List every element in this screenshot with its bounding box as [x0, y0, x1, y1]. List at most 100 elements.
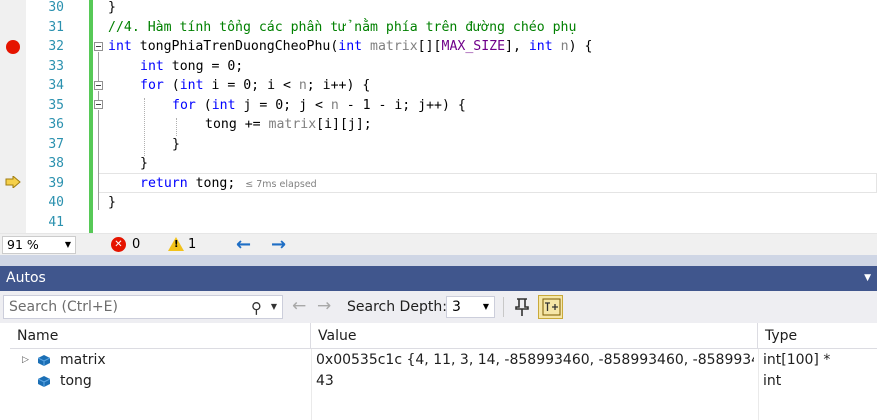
column-header-name[interactable]: Name	[10, 323, 311, 349]
code-token: n	[552, 39, 569, 54]
autos-panel-header[interactable]: Autos ▼	[0, 266, 877, 291]
expand-arrow-icon[interactable]: ▷	[22, 350, 29, 371]
code-token: int	[338, 39, 363, 54]
search-placeholder: Search (Ctrl+E)	[9, 299, 118, 315]
zoom-dropdown[interactable]: 91 % ▼	[2, 236, 76, 254]
code-token: ],	[505, 39, 529, 54]
zoom-value: 91 %	[7, 237, 39, 252]
code-token: [][	[417, 39, 442, 54]
table-row[interactable]: ▷ matrix 0x00535c1c {4, 11, 3, 14, -8589…	[0, 350, 877, 371]
autos-toolbar: Search (Ctrl+E) ⚲ ▼ ← → Search Depth: 3 …	[0, 291, 877, 323]
code-token: int	[108, 39, 132, 54]
variable-type: int	[763, 373, 782, 389]
code-text: }	[172, 135, 180, 155]
code-line: 38 }	[0, 154, 877, 174]
search-previous-icon[interactable]: ←	[292, 296, 306, 316]
chevron-down-icon: ▼	[64, 240, 71, 249]
code-token: tong +=	[205, 117, 269, 132]
line-number: 40	[48, 195, 64, 210]
navigate-back-icon[interactable]: ←	[236, 235, 251, 254]
line-number: 39	[48, 175, 64, 191]
code-line: 35 for (int j = 0; j < n - 1 - i; j++) {	[0, 96, 877, 116]
perf-tip[interactable]: ≤ 7ms elapsed	[245, 179, 316, 190]
code-token: for	[140, 78, 164, 93]
line-number: 31	[48, 19, 64, 35]
warning-count[interactable]: 1	[188, 236, 196, 254]
code-comment: //4. Hàm tính tổng các phần tử nằm phía …	[108, 19, 577, 35]
code-line: 36 tong += matrix[i][j];	[0, 115, 877, 135]
code-text: int tong = 0;	[140, 57, 243, 77]
code-token: int	[211, 97, 236, 113]
code-text: return tong; ≤ 7ms elapsed	[140, 174, 317, 195]
error-icon[interactable]: ✕	[111, 237, 126, 252]
search-icon[interactable]: ⚲	[251, 297, 262, 319]
error-count[interactable]: 0	[132, 236, 140, 254]
panel-splitter[interactable]	[0, 255, 877, 266]
code-line: 41	[0, 213, 877, 233]
code-token: matrix	[268, 117, 317, 132]
pin-icon[interactable]	[513, 297, 531, 317]
variable-icon	[38, 376, 50, 387]
code-token: return	[140, 175, 188, 191]
panel-title: Autos	[6, 270, 46, 286]
chevron-down-icon[interactable]: ▼	[864, 266, 871, 291]
code-token: - 1 - i; j++) {	[338, 97, 466, 113]
code-text: }	[108, 193, 116, 213]
variable-icon	[38, 355, 50, 366]
code-token: }	[108, 0, 116, 15]
code-token: (	[163, 78, 180, 93]
code-token: n	[298, 78, 307, 93]
search-depth-dropdown[interactable]: 3 ▼	[446, 296, 495, 318]
code-line: 33 int tong = 0;	[0, 57, 877, 77]
code-token: i = 0; i <	[203, 78, 299, 93]
variable-value[interactable]: 0x00535c1c {4, 11, 3, 14, -858993460, -8…	[316, 350, 754, 371]
search-depth-label: Search Depth:	[347, 299, 447, 315]
code-line: 31 //4. Hàm tính tổng các phần tử nằm ph…	[0, 18, 877, 38]
line-number: 36	[48, 117, 64, 132]
code-line: 37 }	[0, 135, 877, 155]
search-input[interactable]: Search (Ctrl+E) ⚲ ▼	[3, 295, 283, 319]
code-token: tong = 0;	[163, 58, 244, 74]
column-header-value[interactable]: Value	[311, 323, 758, 349]
chevron-down-icon[interactable]: ▼	[271, 296, 277, 318]
autos-grid: Name Value Type ▷ matrix 0x00535c1c {4, …	[0, 323, 877, 420]
editor-status-bar: 91 % ▼ ✕ 0 ! 1 ← →	[0, 233, 877, 255]
code-text: }	[140, 154, 148, 174]
code-line: 30 }	[0, 0, 877, 18]
code-line: 39 return tong; ≤ 7ms elapsed	[0, 174, 877, 194]
code-token: int	[179, 78, 204, 93]
code-text: for (int j = 0; j < n - 1 - i; j++) {	[172, 96, 466, 116]
line-number: 34	[48, 78, 64, 93]
code-text: int tongPhiaTrenDuongCheoPhu(int matrix[…	[108, 37, 592, 57]
code-token: MAX_SIZE	[441, 39, 506, 54]
code-text: tong += matrix[i][j];	[205, 115, 372, 135]
code-token: int	[140, 58, 164, 74]
code-token: n	[330, 97, 339, 113]
code-token: ; i++) {	[306, 78, 371, 93]
code-line: 32 int tongPhiaTrenDuongCheoPhu(int matr…	[0, 37, 877, 57]
hexadecimal-display-icon[interactable]	[538, 295, 563, 319]
navigate-forward-icon[interactable]: →	[271, 235, 286, 254]
code-token: [i][j];	[316, 117, 372, 132]
search-depth-value: 3	[452, 299, 461, 315]
chevron-down-icon: ▼	[482, 302, 489, 311]
code-token: }	[140, 156, 148, 171]
variable-name: matrix	[60, 352, 106, 368]
code-token: ) {	[568, 39, 593, 54]
line-number: 30	[48, 0, 64, 15]
column-header-type[interactable]: Type	[758, 323, 877, 349]
variable-value[interactable]: 43	[316, 371, 754, 392]
code-text: for (int i = 0; i < n; i++) {	[140, 76, 370, 96]
code-text: }	[108, 0, 116, 18]
code-line: 34 for (int i = 0; i < n; i++) {	[0, 76, 877, 96]
table-row[interactable]: tong 43 int	[0, 371, 877, 392]
line-number: 33	[48, 58, 64, 74]
code-editor[interactable]: 30 } 31 //4. Hàm tính tổng các phần tử n…	[0, 0, 877, 233]
search-next-icon[interactable]: →	[317, 296, 331, 316]
warning-icon[interactable]: !	[168, 237, 184, 251]
code-token: for	[172, 97, 196, 113]
code-token: }	[172, 136, 180, 152]
line-number: 41	[48, 214, 64, 230]
code-token: int	[528, 39, 553, 54]
line-number: 35	[48, 97, 64, 113]
